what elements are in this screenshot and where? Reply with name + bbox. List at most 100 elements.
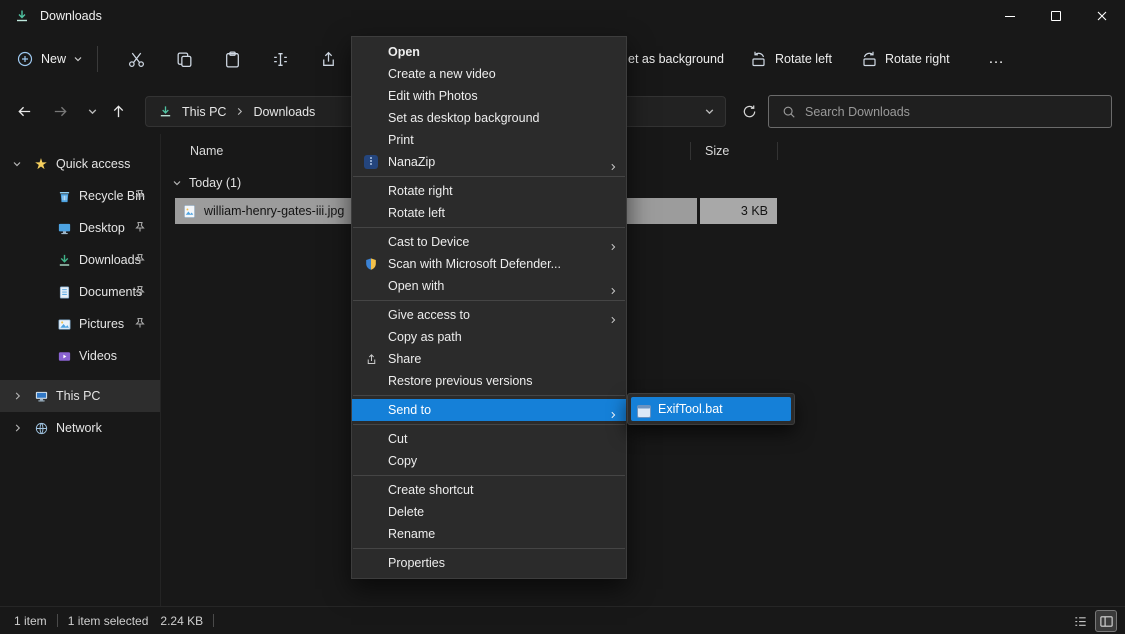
menu-item-give-access-to[interactable]: Give access to: [352, 304, 626, 326]
paste-button[interactable]: [208, 50, 256, 69]
forward-button[interactable]: [44, 95, 76, 127]
chevron-down-icon: [73, 54, 83, 64]
network-icon: [32, 421, 50, 436]
menu-item-share[interactable]: Share: [352, 348, 626, 370]
breadcrumb-this-pc[interactable]: This PC: [182, 105, 226, 119]
menu-separator: [353, 475, 625, 476]
minimize-button[interactable]: [987, 0, 1033, 32]
sidebar-item-label: This PC: [56, 389, 100, 403]
menu-item-label: Open with: [388, 279, 444, 293]
menu-item-create-shortcut[interactable]: Create shortcut: [352, 479, 626, 501]
menu-item-open[interactable]: Open: [352, 41, 626, 63]
menu-item-copy-as-path[interactable]: Copy as path: [352, 326, 626, 348]
rename-icon: [271, 50, 290, 69]
titlebar: Downloads: [0, 0, 1125, 32]
copy-icon: [175, 50, 194, 69]
menu-item-cast-to-device[interactable]: Cast to Device: [352, 231, 626, 253]
chevron-right-icon[interactable]: [10, 423, 24, 433]
menu-item-restore-previous-versions[interactable]: Restore previous versions: [352, 370, 626, 392]
sidebar-item-pictures[interactable]: Pictures: [0, 308, 160, 340]
menu-item-label: NanaZip: [388, 155, 435, 169]
menu-item-label: Send to: [388, 403, 431, 417]
set-as-background-button[interactable]: et as background: [628, 32, 724, 86]
column-divider[interactable]: [777, 142, 778, 160]
sidebar-item-downloads[interactable]: Downloads: [0, 244, 160, 276]
sidebar-item-label: Quick access: [56, 157, 130, 171]
menu-item-rotate-right[interactable]: Rotate right: [352, 180, 626, 202]
sidebar-item-documents[interactable]: Documents: [0, 276, 160, 308]
close-button[interactable]: [1079, 0, 1125, 32]
back-button[interactable]: [8, 95, 40, 127]
refresh-button[interactable]: [734, 95, 764, 127]
sidebar-spacer: [0, 372, 160, 380]
sidebar-item-label: Desktop: [79, 221, 125, 235]
menu-item-rename[interactable]: Rename: [352, 523, 626, 545]
rotate-left-button[interactable]: Rotate left: [750, 32, 832, 86]
sidebar-item-label: Pictures: [79, 317, 124, 331]
chevron-right-icon[interactable]: [10, 391, 24, 401]
ellipsis-icon: …: [988, 50, 1005, 68]
share-button[interactable]: [304, 50, 352, 69]
copy-button[interactable]: [160, 50, 208, 69]
file-list-pane: Name Size Today (1) william-henry-gates-…: [161, 134, 1125, 606]
plus-circle-icon: [16, 50, 34, 68]
chevron-down-icon[interactable]: [10, 159, 24, 169]
sidebar-item-quick-access[interactable]: ★ Quick access: [0, 148, 160, 180]
search-input[interactable]: [805, 105, 1111, 119]
rotate-right-icon: [860, 50, 878, 68]
rotate-right-label: Rotate right: [885, 52, 950, 66]
quick-access-star-icon: ★: [32, 155, 50, 173]
details-view-button[interactable]: [1069, 610, 1091, 632]
sidebar-item-videos[interactable]: Videos: [0, 340, 160, 372]
submenu-item-exiftool[interactable]: ExifTool.bat: [631, 397, 791, 421]
breadcrumb-downloads[interactable]: Downloads: [253, 105, 315, 119]
menu-item-copy[interactable]: Copy: [352, 450, 626, 472]
sidebar-item-desktop[interactable]: Desktop: [0, 212, 160, 244]
menu-item-label: Share: [388, 352, 421, 366]
menu-item-set-as-desktop-background[interactable]: Set as desktop background: [352, 107, 626, 129]
search-box[interactable]: [768, 95, 1112, 128]
sidebar-item-this-pc[interactable]: This PC: [0, 380, 160, 412]
menu-item-properties[interactable]: Properties: [352, 552, 626, 574]
chevron-down-icon: [704, 106, 715, 117]
menu-separator: [353, 300, 625, 301]
cut-button[interactable]: [112, 50, 160, 69]
chevron-down-icon: [87, 106, 98, 117]
menu-item-send-to[interactable]: Send to: [352, 399, 626, 421]
menu-item-edit-with-photos[interactable]: Edit with Photos: [352, 85, 626, 107]
sidebar-item-recycle-bin[interactable]: Recycle Bin: [0, 180, 160, 212]
thumbnail-view-button[interactable]: [1095, 610, 1117, 632]
menu-item-scan-with-defender[interactable]: Scan with Microsoft Defender...: [352, 253, 626, 275]
set-as-background-label: et as background: [628, 52, 724, 66]
rotate-right-button[interactable]: Rotate right: [860, 32, 950, 86]
recycle-bin-icon: [55, 189, 73, 204]
group-label: Today (1): [189, 176, 241, 190]
submenu-arrow-icon: [609, 281, 617, 303]
group-header-today[interactable]: Today (1): [172, 176, 241, 190]
menu-item-open-with[interactable]: Open with: [352, 275, 626, 297]
rename-button[interactable]: [256, 50, 304, 69]
back-icon: [16, 103, 33, 120]
downloads-folder-icon: [14, 8, 30, 24]
rotate-left-icon: [750, 50, 768, 68]
menu-item-nanazip[interactable]: NanaZip: [352, 151, 626, 173]
sidebar-item-network[interactable]: Network: [0, 412, 160, 444]
paste-icon: [223, 50, 242, 69]
menu-item-cut[interactable]: Cut: [352, 428, 626, 450]
menu-item-create-a-new-video[interactable]: Create a new video: [352, 63, 626, 85]
close-icon: [1096, 10, 1108, 22]
menu-item-print[interactable]: Print: [352, 129, 626, 151]
column-header-size[interactable]: Size: [705, 144, 729, 158]
new-button[interactable]: New: [16, 50, 83, 68]
maximize-button[interactable]: [1033, 0, 1079, 32]
up-button[interactable]: [102, 95, 134, 127]
menu-item-delete[interactable]: Delete: [352, 501, 626, 523]
menu-item-rotate-left[interactable]: Rotate left: [352, 202, 626, 224]
minimize-icon: [1005, 16, 1015, 17]
address-dropdown-button[interactable]: [704, 106, 715, 120]
pin-icon: [134, 285, 146, 300]
column-header-name[interactable]: Name: [190, 144, 223, 158]
pin-icon: [134, 221, 146, 236]
column-divider[interactable]: [690, 142, 691, 160]
see-more-button[interactable]: …: [988, 32, 1005, 86]
